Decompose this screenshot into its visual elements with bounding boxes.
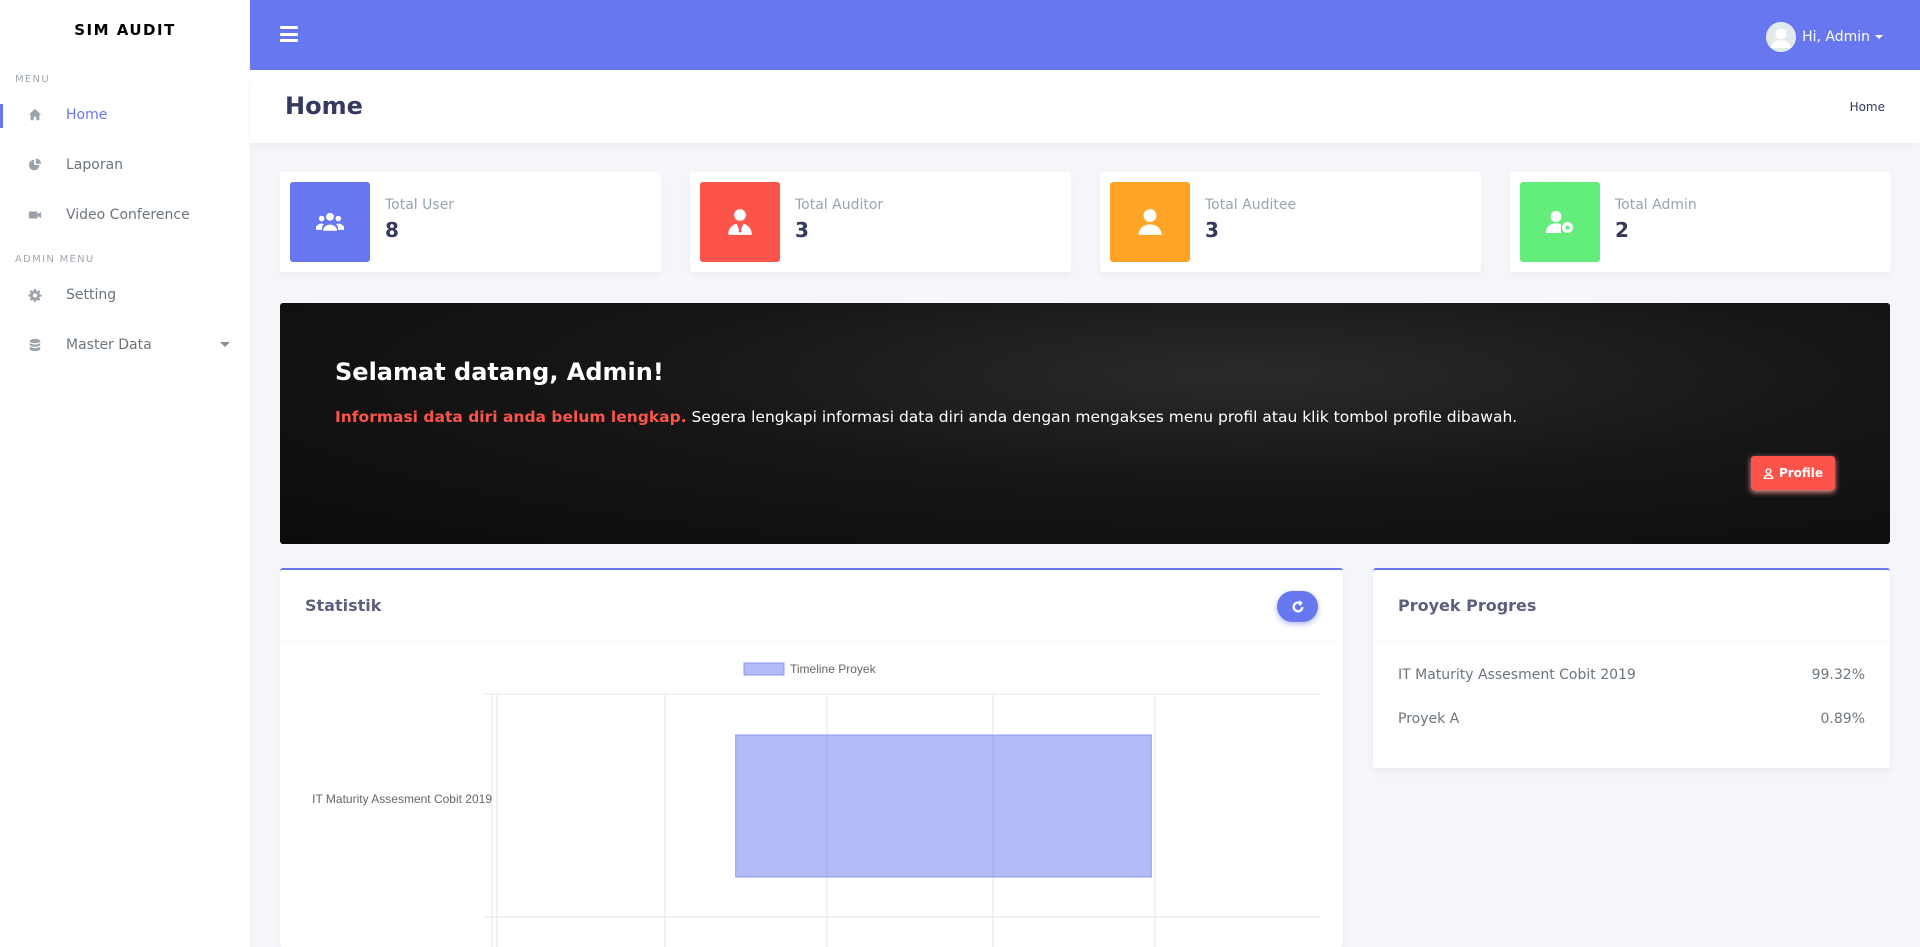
user-dropdown[interactable]: Hi, Admin xyxy=(1766,22,1883,52)
stat-label: Total Auditee xyxy=(1205,197,1297,213)
users-icon xyxy=(290,182,370,262)
stat-value: 2 xyxy=(1615,218,1629,242)
card-header: Statistik xyxy=(280,570,1343,642)
database-icon xyxy=(28,338,42,352)
chevron-down-icon xyxy=(220,342,230,347)
avatar xyxy=(1766,22,1797,52)
refresh-button[interactable] xyxy=(1277,591,1318,622)
brand-logo[interactable]: SIM AUDIT xyxy=(0,0,250,60)
chart-bars xyxy=(735,734,1152,878)
page-title: Home xyxy=(285,92,363,120)
welcome-hero: Selamat datang, Admin! Informasi data di… xyxy=(280,303,1890,544)
section-header: Home Home xyxy=(250,70,1920,143)
pie-chart-icon xyxy=(28,158,42,172)
stat-label: Total Admin xyxy=(1615,197,1697,213)
sidebar-item-label: Master Data xyxy=(66,337,152,353)
card-title: Statistik xyxy=(305,596,382,615)
profile-button-label: Profile xyxy=(1778,466,1824,480)
statistik-card: Statistik Timeline Proyek IT Maturity As… xyxy=(280,568,1343,947)
stat-value: 3 xyxy=(795,218,809,242)
project-name: Proyek A xyxy=(1398,711,1460,727)
menu-header: MENU xyxy=(15,74,50,85)
sidebar-item-label: Home xyxy=(66,107,108,123)
home-icon xyxy=(28,108,42,122)
profile-button[interactable]: Profile xyxy=(1751,456,1835,490)
sidebar-item-home[interactable]: Home xyxy=(0,90,250,140)
sidebar-item-laporan[interactable]: Laporan xyxy=(0,140,250,190)
video-icon xyxy=(28,208,42,222)
hero-title: Selamat datang, Admin! xyxy=(335,358,664,386)
caret-down-icon xyxy=(1875,35,1883,39)
sidebar: SIM AUDIT MENU Home Laporan Video Confer… xyxy=(0,0,250,947)
top-navbar: Hi, Admin xyxy=(250,0,1920,70)
card-header: Proyek Progres xyxy=(1373,570,1890,642)
stat-label: Total User xyxy=(385,197,455,213)
sidebar-item-label: Video Conference xyxy=(66,207,190,223)
hero-text: Informasi data diri anda belum lengkap. … xyxy=(335,408,1517,426)
chart-legend: Timeline Proyek xyxy=(743,662,877,676)
project-name: IT Maturity Assesment Cobit 2019 xyxy=(1398,667,1636,683)
user-tie-icon xyxy=(700,182,780,262)
stat-value: 3 xyxy=(1205,218,1219,242)
sidebar-item-master-data[interactable]: Master Data xyxy=(0,320,250,370)
project-row[interactable]: Proyek A 0.89% xyxy=(1398,711,1865,727)
refresh-icon xyxy=(1292,599,1304,612)
hamburger-menu-icon[interactable] xyxy=(280,26,298,42)
stat-card-total-auditee: Total Auditee 3 xyxy=(1100,172,1481,272)
sidebar-item-setting[interactable]: Setting xyxy=(0,270,250,320)
proyek-progres-card: Proyek Progres IT Maturity Assesment Cob… xyxy=(1373,568,1890,768)
timeline-bar[interactable] xyxy=(735,734,1152,878)
stat-label: Total Auditor xyxy=(795,197,884,213)
legend-swatch xyxy=(743,662,785,676)
project-row[interactable]: IT Maturity Assesment Cobit 2019 99.32% xyxy=(1398,667,1865,683)
stat-value: 8 xyxy=(385,218,399,242)
y-tick-label: IT Maturity Assesment Cobit 2019 xyxy=(312,792,492,806)
project-percent: 0.89% xyxy=(1820,711,1865,727)
timeline-chart: Timeline Proyek IT Maturity Assesment Co… xyxy=(312,662,1320,947)
user-greeting: Hi, Admin xyxy=(1802,29,1870,45)
card-title: Proyek Progres xyxy=(1398,596,1537,615)
hero-warning-text: Informasi data diri anda belum lengkap. xyxy=(335,408,687,426)
project-percent: 99.32% xyxy=(1811,667,1865,683)
legend-label: Timeline Proyek xyxy=(790,662,877,676)
sidebar-item-label: Setting xyxy=(66,287,117,303)
stat-card-total-user: Total User 8 xyxy=(280,172,661,272)
sidebar-item-label: Laporan xyxy=(66,157,124,173)
sidebar-item-video-conference[interactable]: Video Conference xyxy=(0,190,250,240)
breadcrumb[interactable]: Home xyxy=(1850,100,1885,114)
user-cog-icon xyxy=(1520,182,1600,262)
user-outline-icon xyxy=(1763,467,1774,479)
admin-menu-header: ADMIN MENU xyxy=(15,254,95,265)
stat-card-total-admin: Total Admin 2 xyxy=(1510,172,1891,272)
stat-card-total-auditor: Total Auditor 3 xyxy=(690,172,1071,272)
user-icon xyxy=(1110,182,1190,262)
gear-icon xyxy=(28,288,42,302)
hero-message-text: Segera lengkapi informasi data diri anda… xyxy=(686,408,1518,426)
